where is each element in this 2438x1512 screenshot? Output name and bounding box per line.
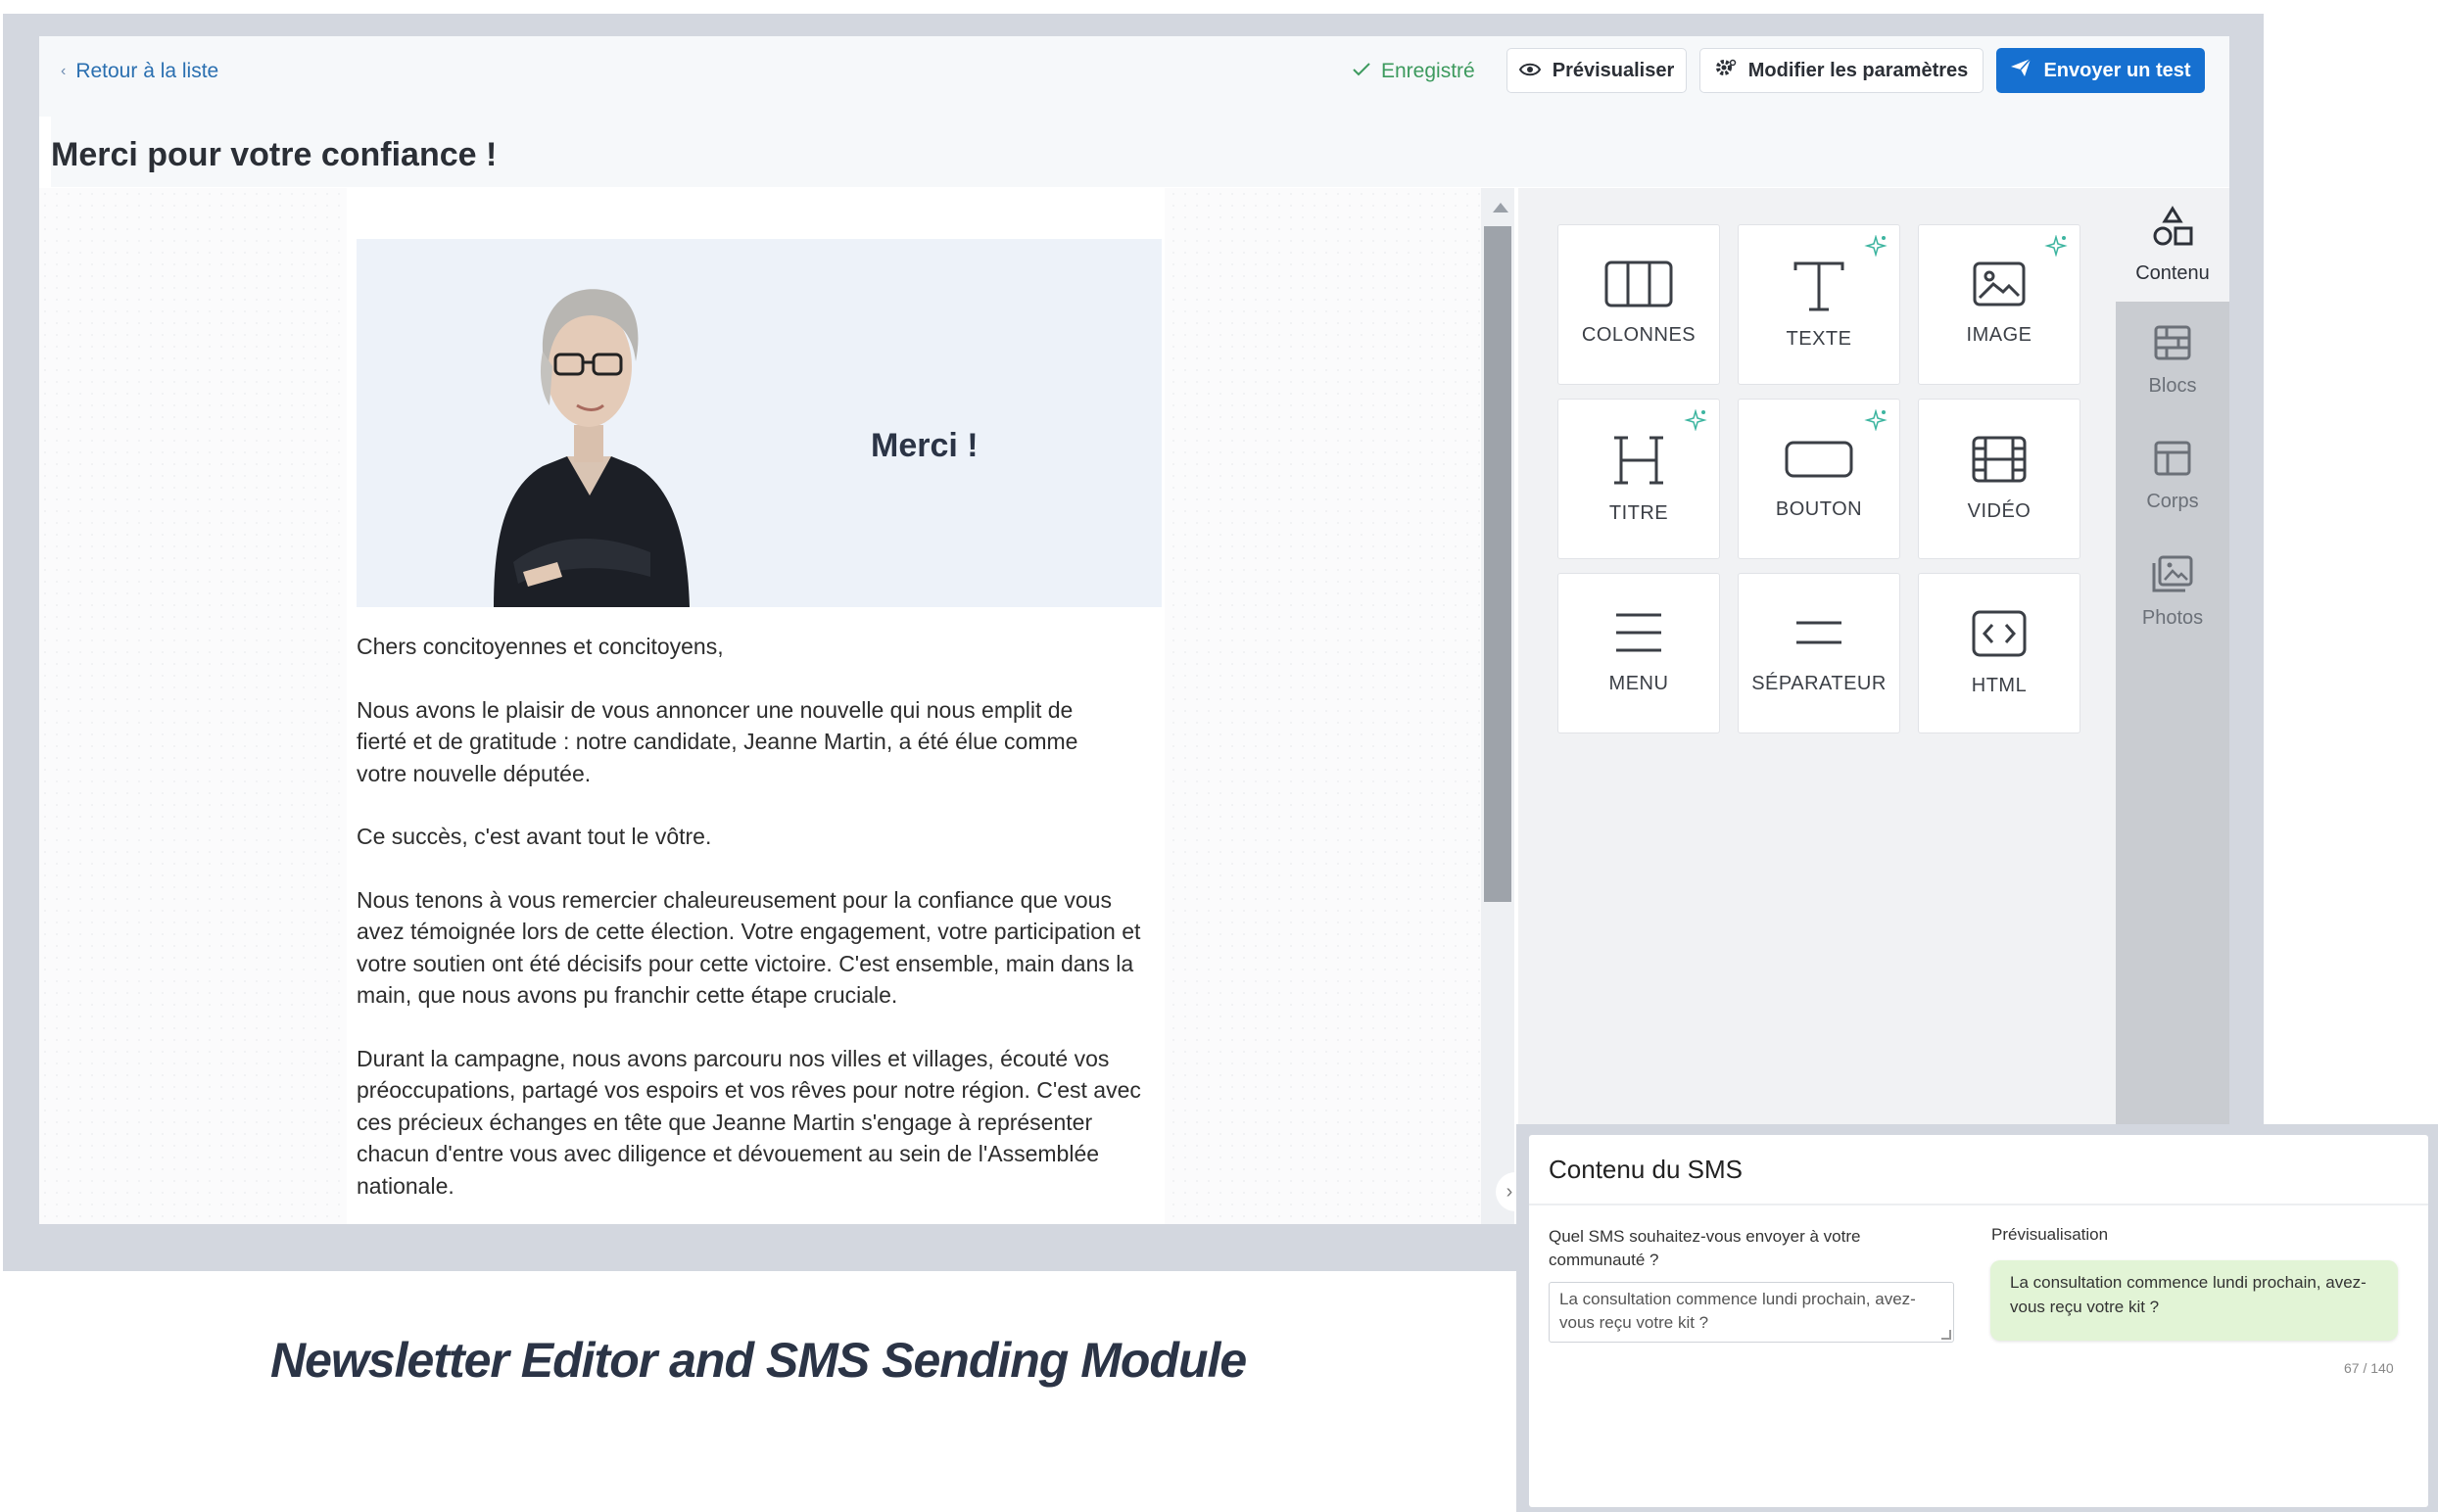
sms-title: Contenu du SMS [1549, 1155, 1744, 1184]
email-paragraph: Nous avons le plaisir de vous annoncer u… [357, 696, 1078, 786]
ai-sparkle-icon [1864, 408, 1888, 436]
email-paragraph: Ce succès, c'est avant tout le vôtre. [357, 824, 712, 849]
send-test-label: Envoyer un test [2043, 59, 2191, 81]
ai-sparkle-icon [1864, 234, 1888, 261]
tab-label: Blocs [2148, 374, 2197, 397]
saved-label: Enregistré [1381, 60, 1475, 82]
email-body[interactable]: Merci ! Chers concitoyennes et concitoye… [347, 188, 1165, 1224]
button-icon [1784, 435, 1854, 487]
tool-label: MENU [1608, 673, 1669, 694]
send-test-button[interactable]: Envoyer un test [1996, 48, 2205, 93]
sms-char-count: 67 / 140 [2344, 1360, 2394, 1376]
gear-icon [1715, 58, 1737, 83]
sms-question-label: Quel SMS souhaitez-vous envoyer à votre … [1549, 1227, 1861, 1269]
tool-label: SÉPARATEUR [1751, 673, 1887, 694]
tool-label: HTML [1971, 675, 2028, 696]
text-icon [1792, 260, 1846, 316]
ai-sparkle-icon [2044, 234, 2068, 261]
sms-preview-bubble: La consultation commence lundi prochain,… [1990, 1260, 2398, 1341]
shapes-icon [2151, 205, 2194, 255]
tool-label: IMAGE [1966, 324, 2032, 346]
preview-button-label: Prévisualiser [1552, 59, 1675, 81]
back-link-label: Retour à la liste [75, 60, 219, 82]
tab-label: Contenu [2135, 261, 2210, 284]
email-paragraph: Chers concitoyennes et concitoyens, [357, 634, 724, 659]
tool-label: COLONNES [1581, 324, 1697, 346]
email-canvas[interactable]: Merci ! Chers concitoyennes et concitoye… [39, 188, 1481, 1224]
tool-image[interactable]: IMAGE [1918, 224, 2080, 385]
sms-preview-label: Prévisualisation [1991, 1225, 2109, 1244]
menu-icon [1611, 609, 1666, 661]
tab-photos[interactable]: Photos [2116, 535, 2229, 648]
tool-video[interactable]: VIDÉO [1918, 399, 2080, 559]
page-title: Merci pour votre confiance ! [51, 117, 2229, 187]
tool-label: TITRE [1608, 502, 1669, 524]
paper-plane-icon [2010, 58, 2032, 83]
separator-icon [1792, 609, 1846, 661]
saved-status: Enregistré [1352, 60, 1475, 83]
newsletter-editor: ‹ Retour à la liste Enregistré Prévisual… [39, 36, 2229, 1224]
sms-message-input[interactable]: La consultation commence lundi prochain,… [1549, 1282, 1954, 1343]
tool-label: TEXTE [1786, 328, 1852, 350]
html-icon [1971, 609, 2028, 663]
resize-handle-icon[interactable] [1941, 1330, 1951, 1340]
tab-label: Photos [2141, 606, 2204, 629]
tool-columns[interactable]: COLONNES [1557, 224, 1720, 385]
side-tabs: Contenu Blocs Corps Photos [2116, 188, 2229, 1224]
email-paragraph: Nous tenons à vous remercier chaleureuse… [357, 886, 1141, 1009]
columns-icon [1604, 260, 1673, 312]
divider [1529, 1204, 2428, 1205]
chevron-left-icon: ‹ [61, 63, 67, 79]
hero-banner[interactable]: Merci ! [357, 239, 1162, 607]
tool-label: BOUTON [1775, 498, 1863, 520]
scrollbar-thumb[interactable] [1484, 226, 1511, 902]
tool-heading[interactable]: TITRE [1557, 399, 1720, 559]
layout-icon [2153, 440, 2192, 483]
content-tools-panel: COLONNES TEXTE IMAGE TITRE BOUTON VIDÉO … [1518, 188, 2116, 1224]
video-icon [1971, 435, 2028, 489]
tool-menu[interactable]: MENU [1557, 573, 1720, 733]
tool-text[interactable]: TEXTE [1738, 224, 1900, 385]
blocks-icon [2153, 324, 2192, 367]
email-paragraph: Durant la campagne, nous avons parcouru … [357, 1045, 1141, 1199]
heading-icon [1611, 435, 1666, 491]
tab-content[interactable]: Contenu [2116, 188, 2229, 302]
ai-sparkle-icon [1684, 408, 1707, 436]
hero-title: Merci ! [871, 427, 979, 464]
tab-blocks[interactable]: Blocs [2116, 304, 2229, 417]
image-icon [1972, 260, 2027, 312]
tool-button[interactable]: BOUTON [1738, 399, 1900, 559]
edit-settings-label: Modifier les paramètres [1747, 59, 1969, 81]
photos-icon [2151, 554, 2194, 599]
tool-html[interactable]: HTML [1918, 573, 2080, 733]
woman-portrait-image [494, 289, 690, 607]
tab-label: Corps [2146, 490, 2199, 512]
check-icon [1352, 60, 1371, 83]
caption: Newsletter Editor and SMS Sending Module [270, 1333, 1247, 1388]
email-text-block[interactable]: Chers concitoyennes et concitoyens, Nous… [357, 631, 1170, 1224]
eye-icon [1518, 60, 1541, 82]
tool-separator[interactable]: SÉPARATEUR [1738, 573, 1900, 733]
editor-toolbar: ‹ Retour à la liste Enregistré Prévisual… [39, 36, 2229, 117]
sms-module: Contenu du SMS Quel SMS souhaitez-vous e… [1529, 1135, 2428, 1507]
screenshot-stage: ‹ Retour à la liste Enregistré Prévisual… [0, 0, 2438, 1512]
tool-label: VIDÉO [1967, 500, 2032, 522]
preview-button[interactable]: Prévisualiser [1506, 48, 1687, 93]
edit-settings-button[interactable]: Modifier les paramètres [1699, 48, 1984, 93]
tab-body[interactable]: Corps [2116, 419, 2229, 533]
scroll-up-arrow-icon[interactable] [1493, 203, 1508, 213]
back-to-list-link[interactable]: ‹ Retour à la liste [61, 60, 218, 83]
